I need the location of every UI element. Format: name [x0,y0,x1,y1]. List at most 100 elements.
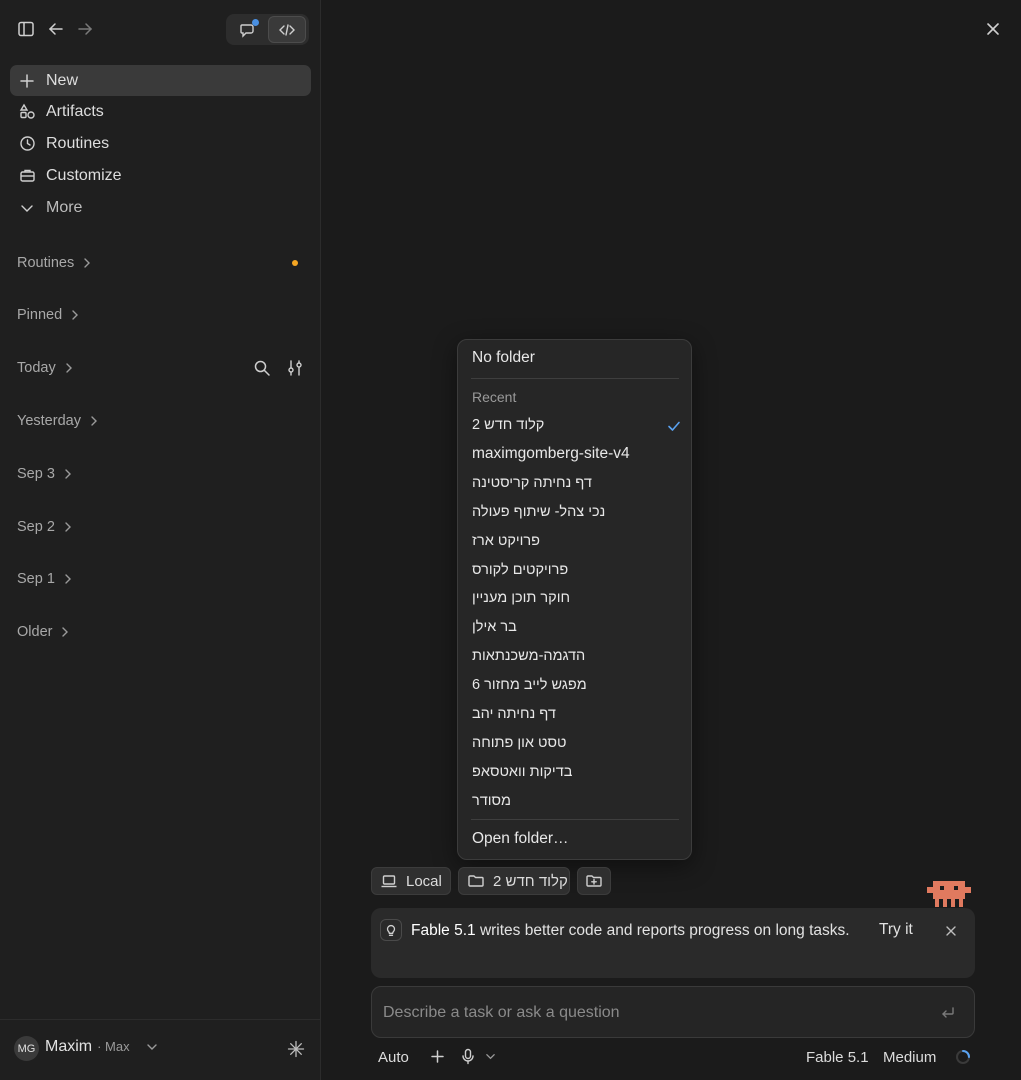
user-footer: MG Maxim · Max [0,1019,321,1080]
folder-icon [467,872,485,890]
sidebar: New Artifacts Routines Customize More Ro… [0,0,321,1080]
local-environment-button[interactable]: Local [371,867,451,895]
recent-label: Recent [472,389,517,405]
code-icon [278,21,296,39]
local-label: Local [406,872,442,890]
section-yesterday[interactable]: Yesterday [17,410,307,432]
chevron-right-icon [87,414,101,428]
sidebar-item-more[interactable]: More [10,192,311,223]
status-dot [292,260,298,266]
user-plan: · Max [97,1039,130,1054]
section-label: Today [17,360,56,376]
effort-selector[interactable]: Medium [883,1046,936,1068]
back-arrow-icon[interactable] [46,19,66,39]
mascot-icon [927,879,971,909]
add-folder-button[interactable] [577,867,611,895]
sidebar-toggle-icon[interactable] [16,19,36,39]
section-label: Sep 2 [17,519,55,535]
nav-label-new: New [46,71,79,89]
section-routines[interactable]: Routines [17,252,307,274]
nav-label-customize: Customize [46,166,122,184]
section-label: Routines [17,255,75,271]
new-button[interactable]: New [10,65,311,96]
section-sep-3[interactable]: Sep 3 [17,463,307,485]
menu-item-recent-folder[interactable]: פרויקט ארז [472,529,682,553]
section-sep-2[interactable]: Sep 2 [17,516,307,538]
menu-item-recent-folder[interactable]: דף נחיתה יהב [472,702,682,726]
banner-text: Fable 5.1 writes better code and reports… [411,920,851,942]
chevron-right-icon [68,308,82,322]
section-label: Older [17,624,53,640]
menu-item-recent-folder[interactable]: חוקר תוכן מעניין [472,586,682,610]
enter-return-icon[interactable] [940,1005,956,1021]
close-icon[interactable] [984,20,1002,38]
laptop-icon [380,872,398,890]
chevron-right-icon [62,361,76,375]
menu-item-recent-folder[interactable]: maximgomberg-site-v4 [472,442,682,466]
nav-label-artifacts: Artifacts [46,102,104,120]
menu-item-recent-folder[interactable]: בר אילן [472,615,682,639]
model-selector[interactable]: Fable 5.1 [806,1046,869,1068]
code-mode-button[interactable] [268,16,306,43]
sidebar-item-artifacts[interactable]: Artifacts [10,96,311,127]
mode-selector[interactable]: Auto [378,1046,409,1068]
nav-label-more: More [46,198,83,216]
chevron-right-icon [58,625,72,639]
menu-item-recent-folder[interactable]: מפגש לייב מחזור 6 [472,673,682,697]
sidebar-topbar [16,14,309,45]
forward-arrow-icon[interactable] [75,19,95,39]
section-today[interactable]: Today [17,357,307,379]
nav-label-routines: Routines [46,134,110,152]
folder-plus-icon [585,872,603,890]
section-label: Pinned [17,307,63,323]
lightbulb-icon [380,919,402,941]
chevron-right-icon [61,572,75,586]
chevron-right-icon [61,520,75,534]
menu-item-recent-folder[interactable]: בדיקות וואטסאפ [472,760,682,784]
folder-label: קלוד חדש 2 [493,872,568,890]
chevron-right-icon [80,256,94,270]
menu-item-recent-folder[interactable]: טסט און פתוחה [472,731,682,755]
loading-spinner-icon [955,1049,971,1065]
menu-divider [471,378,679,379]
chat-bubble-icon [239,18,259,39]
sidebar-item-customize[interactable]: Customize [10,160,311,191]
task-input-box [371,986,975,1038]
avatar[interactable]: MG [14,1036,39,1061]
chat-mode-button[interactable] [229,16,267,43]
user-menu-button[interactable]: Maxim · Max [45,1038,158,1056]
shapes-icon [18,103,36,121]
task-input[interactable] [383,1001,923,1025]
section-label: Sep 1 [17,571,55,587]
menu-item-open-folder[interactable]: Open folder… [472,827,682,851]
chevron-down-icon [146,1041,158,1053]
section-pinned[interactable]: Pinned [17,304,307,326]
menu-item-recent-folder[interactable]: דף נחיתה קריסטינה [472,471,682,495]
menu-item-recent-folder[interactable]: קלוד חדש 2 [472,413,682,437]
chevron-right-icon [61,467,75,481]
menu-item-recent-folder[interactable]: מסודר [472,789,682,813]
try-it-button[interactable]: Try it [879,921,913,939]
user-name: Maxim [45,1038,93,1055]
menu-item-no-folder[interactable]: No folder [472,346,682,370]
plus-icon[interactable] [430,1049,445,1064]
voice-input-button[interactable] [460,1048,496,1065]
sidebar-item-routines[interactable]: Routines [10,128,311,159]
chevron-down-icon [485,1051,496,1062]
mode-toggle [226,14,309,45]
banner-message: writes better code and reports progress … [479,922,850,939]
menu-item-recent-folder[interactable]: פרויקטים לקורס [472,558,682,582]
folder-selector-button[interactable]: קלוד חדש 2 [458,867,570,895]
menu-item-recent-folder[interactable]: נכי צהל- שיתוף פעולה [472,500,682,524]
plus-icon [18,72,36,90]
folder-dropdown-menu: No folder Recent קלוד חדש 2 maximgomberg-… [457,339,692,860]
section-label: Sep 3 [17,466,55,482]
menu-item-recent-folder[interactable]: הדגמה-משכנתאות [472,644,682,668]
dismiss-banner-icon[interactable] [944,924,958,938]
filter-sliders-icon[interactable] [286,359,304,377]
sparkle-settings-icon[interactable] [287,1040,305,1058]
notification-dot [252,18,259,26]
section-sep-1[interactable]: Sep 1 [17,568,307,590]
search-icon[interactable] [253,359,271,377]
section-older[interactable]: Older [17,621,307,643]
